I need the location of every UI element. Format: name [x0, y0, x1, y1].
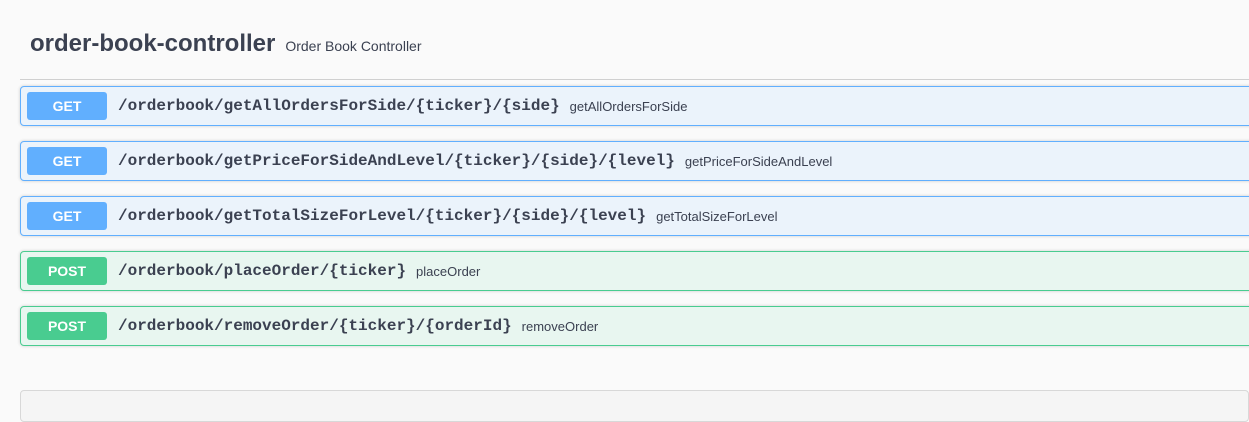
- next-section-box: [20, 390, 1249, 422]
- operation-summary: getPriceForSideAndLevel: [684, 153, 833, 169]
- operation-summary: removeOrder: [521, 318, 599, 334]
- operation-path: /orderbook/getAllOrdersForSide/{ticker}/…: [118, 97, 560, 115]
- operation-path: /orderbook/getTotalSizeForLevel/{ticker}…: [118, 207, 647, 225]
- tag-title: order-book-controller: [30, 30, 276, 57]
- operation-place-order[interactable]: POST /orderbook/placeOrder/{ticker} plac…: [20, 251, 1249, 291]
- operation-get-price-for-side-and-level[interactable]: GET /orderbook/getPriceForSideAndLevel/{…: [20, 141, 1249, 181]
- operation-path: /orderbook/removeOrder/{ticker}/{orderId…: [118, 317, 512, 335]
- tag-description: Order Book Controller: [285, 38, 422, 54]
- operation-get-all-orders-for-side[interactable]: GET /orderbook/getAllOrdersForSide/{tick…: [20, 86, 1249, 126]
- method-badge: GET: [27, 147, 107, 175]
- method-badge: POST: [27, 312, 107, 340]
- operation-path: /orderbook/getPriceForSideAndLevel/{tick…: [118, 152, 675, 170]
- operation-summary: getTotalSizeForLevel: [656, 208, 778, 224]
- operation-summary: getAllOrdersForSide: [569, 98, 688, 114]
- method-badge: POST: [27, 257, 107, 285]
- operation-remove-order[interactable]: POST /orderbook/removeOrder/{ticker}/{or…: [20, 306, 1249, 346]
- divider: [20, 79, 1249, 80]
- tag-header[interactable]: order-book-controller Order Book Control…: [30, 30, 422, 58]
- operation-get-total-size-for-level[interactable]: GET /orderbook/getTotalSizeForLevel/{tic…: [20, 196, 1249, 236]
- method-badge: GET: [27, 202, 107, 230]
- operation-summary: placeOrder: [416, 263, 481, 279]
- method-badge: GET: [27, 92, 107, 120]
- operation-path: /orderbook/placeOrder/{ticker}: [118, 262, 407, 280]
